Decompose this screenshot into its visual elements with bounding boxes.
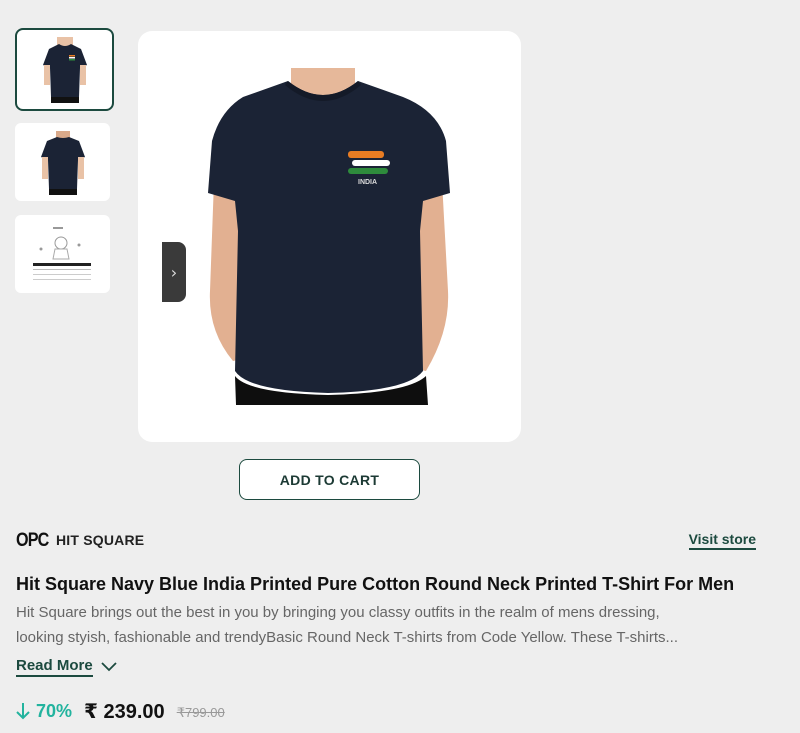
chevron-down-icon xyxy=(101,662,117,672)
store-logo: OPC xyxy=(16,530,49,551)
original-price: ₹799.00 xyxy=(176,705,225,720)
read-more-toggle[interactable]: Read More xyxy=(16,657,117,677)
store-name[interactable]: HIT SQUARE xyxy=(56,532,144,548)
tshirt-model-image: INDIA xyxy=(208,68,450,405)
next-image-button[interactable]: › xyxy=(162,242,186,302)
product-title: Hit Square Navy Blue India Printed Pure … xyxy=(16,574,735,594)
discount-badge: 70% xyxy=(16,701,72,722)
tshirt-back-thumbnail-icon xyxy=(40,131,85,195)
thumbnail-back[interactable] xyxy=(15,123,110,201)
shirt-print-text: INDIA xyxy=(358,179,377,186)
price-row: 70% ₹ 239.00 ₹799.00 xyxy=(16,699,225,723)
sale-price: ₹ 239.00 xyxy=(84,700,165,723)
visit-store-link[interactable]: Visit store xyxy=(688,531,756,550)
description-line-2: looking styish, fashionable and trendyBa… xyxy=(16,629,679,646)
thumbnail-size-chart[interactable] xyxy=(15,215,110,293)
store-row: OPC HIT SQUARE Visit store xyxy=(16,528,756,552)
size-chart-thumbnail-icon xyxy=(32,227,91,280)
thumbnail-list xyxy=(15,28,114,307)
product-main-image[interactable]: INDIA xyxy=(138,31,521,442)
product-description: Hit Square brings out the best in you by… xyxy=(16,600,776,650)
tshirt-front-thumbnail-icon xyxy=(42,36,87,103)
chevron-right-icon: › xyxy=(170,262,178,282)
add-to-cart-button[interactable]: ADD TO CART xyxy=(239,459,420,500)
description-line-1: Hit Square brings out the best in you by… xyxy=(16,604,660,621)
read-more-label: Read More xyxy=(16,657,93,677)
thumbnail-front[interactable] xyxy=(15,28,114,111)
discount-value: 70% xyxy=(36,700,73,721)
arrow-down-icon xyxy=(16,703,30,720)
